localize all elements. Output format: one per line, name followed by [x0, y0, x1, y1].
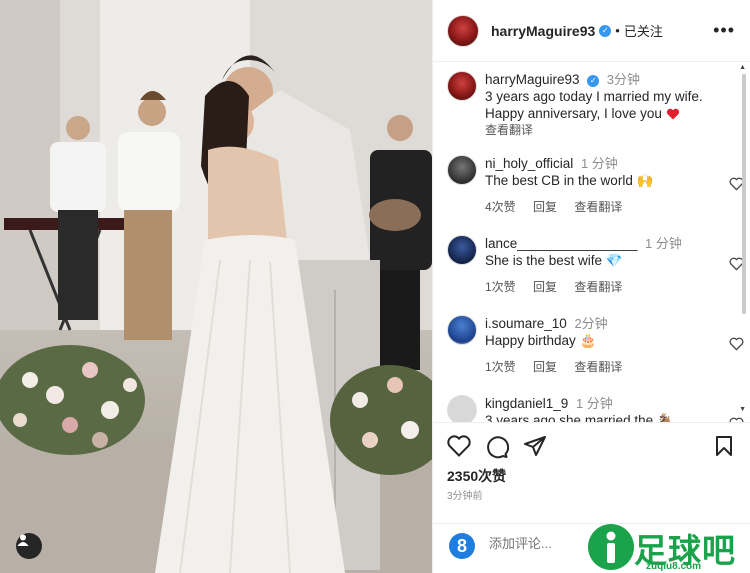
- comment-content: ni_holy_official 1 分钟 The best CB in the…: [485, 155, 730, 216]
- more-options-icon[interactable]: •••: [713, 20, 735, 41]
- comment-row: i.soumare_10 2分钟 Happy birthday 🎂 1次赞 回复…: [447, 315, 744, 381]
- comment-text: The best CB in the world 🙌: [485, 173, 654, 188]
- comment-like-count[interactable]: 1次赞: [485, 360, 516, 374]
- site-watermark: 足球吧 zuqiu8.com: [588, 520, 750, 573]
- commenter-avatar[interactable]: [447, 155, 477, 185]
- comment-like-count[interactable]: 4次赞: [485, 200, 516, 214]
- comment-meta: 4次赞 回复 查看翻译: [485, 199, 730, 216]
- comment-time: 1 分钟: [575, 396, 613, 411]
- caption-text-line2: Happy anniversary, I love you: [485, 105, 730, 122]
- info-i-icon: [606, 531, 616, 563]
- caption-text-line2-content: Happy anniversary, I love you: [485, 106, 662, 121]
- commenter-avatar[interactable]: [447, 315, 477, 345]
- wedding-photo-illustration: [0, 0, 432, 573]
- comments-list: harryMaguire93 ✓ 3分钟 3 years ago today I…: [433, 63, 750, 422]
- verified-badge-icon: ✓: [599, 24, 612, 37]
- commenter-username[interactable]: ni_holy_official: [485, 156, 573, 171]
- comment-row: lance________________ 1 分钟 She is the be…: [447, 235, 744, 301]
- author-avatar[interactable]: [447, 14, 479, 47]
- comment-bubble-icon[interactable]: [485, 435, 509, 459]
- comment-reply-link[interactable]: 回复: [533, 200, 557, 214]
- commenter-avatar[interactable]: [447, 395, 477, 422]
- comment-reply-link[interactable]: 回复: [533, 280, 557, 294]
- heart-emoji-icon: [666, 109, 679, 120]
- comments-scrollbar-thumb[interactable]: [742, 74, 746, 314]
- comment-like-heart-icon[interactable]: [729, 337, 744, 351]
- caption-content: harryMaguire93 ✓ 3分钟 3 years ago today I…: [485, 71, 730, 139]
- post-timestamp: 3分钟前: [447, 491, 483, 502]
- tagged-users-button[interactable]: [16, 533, 42, 559]
- post-action-bar: [433, 422, 750, 466]
- caption-translate-link[interactable]: 查看翻译: [485, 122, 730, 139]
- commenter-username[interactable]: i.soumare_10: [485, 316, 567, 331]
- comment-translate-link[interactable]: 查看翻译: [574, 200, 622, 214]
- comment-reply-link[interactable]: 回复: [533, 360, 557, 374]
- scroll-up-arrow-icon[interactable]: ▲: [739, 64, 746, 71]
- commenter-username[interactable]: kingdaniel1_9: [485, 396, 568, 411]
- watermark-logo-icon: [588, 524, 634, 570]
- comment-text: She is the best wife 💎: [485, 253, 623, 268]
- comment-meta: 1次赞 回复 查看翻译: [485, 359, 730, 376]
- scroll-down-arrow-icon[interactable]: ▼: [739, 406, 746, 413]
- comment-time: 1 分钟: [645, 236, 682, 251]
- caption-time: 3分钟: [606, 72, 641, 87]
- comment-like-count[interactable]: 1次赞: [485, 280, 516, 294]
- commenter-username[interactable]: lance________________: [485, 236, 637, 251]
- caption-text-line1: 3 years ago today I married my wife.: [485, 89, 703, 104]
- comment-time: 1 分钟: [580, 156, 618, 171]
- emoji-picker-icon[interactable]: 8: [449, 533, 475, 559]
- comment-translate-link[interactable]: 查看翻译: [574, 360, 622, 374]
- comment-input[interactable]: [489, 536, 579, 551]
- comment-text: 3 years ago she married the 🐐: [485, 413, 674, 422]
- follow-status-button[interactable]: 已关注: [624, 21, 663, 40]
- comment-text: Happy birthday 🎂: [485, 333, 597, 348]
- caption-username[interactable]: harryMaguire93: [485, 72, 580, 87]
- commenter-avatar[interactable]: [447, 235, 477, 265]
- comment-content: lance________________ 1 分钟 She is the be…: [485, 235, 730, 296]
- header-separator: •: [615, 23, 620, 38]
- post-like-count[interactable]: 2350次赞: [447, 466, 506, 486]
- comment-row: ni_holy_official 1 分钟 The best CB in the…: [447, 155, 744, 221]
- comment-meta: 1次赞 回复 查看翻译: [485, 279, 730, 296]
- comment-content: kingdaniel1_9 1 分钟 3 years ago she marri…: [485, 395, 730, 422]
- comment-translate-link[interactable]: 查看翻译: [574, 280, 622, 294]
- post-photo[interactable]: [0, 0, 432, 573]
- caption-row: harryMaguire93 ✓ 3分钟 3 years ago today I…: [447, 71, 732, 141]
- user-icon: [17, 534, 29, 546]
- post-side-panel: harryMaguire93 ✓ • 已关注 ••• harryMaguire9…: [432, 0, 750, 573]
- post-header: harryMaguire93 ✓ • 已关注 •••: [433, 0, 750, 62]
- author-username[interactable]: harryMaguire93: [491, 23, 595, 39]
- caption-author-avatar[interactable]: [447, 71, 477, 101]
- comment-row: kingdaniel1_9 1 分钟 3 years ago she marri…: [447, 395, 744, 422]
- comment-time: 2分钟: [574, 316, 608, 331]
- share-send-icon[interactable]: [523, 435, 547, 457]
- like-heart-icon[interactable]: [447, 435, 471, 457]
- watermark-url: zuqiu8.com: [646, 561, 702, 572]
- comment-content: i.soumare_10 2分钟 Happy birthday 🎂 1次赞 回复…: [485, 315, 730, 376]
- verified-badge-icon: ✓: [587, 74, 600, 87]
- save-bookmark-icon[interactable]: [715, 435, 733, 457]
